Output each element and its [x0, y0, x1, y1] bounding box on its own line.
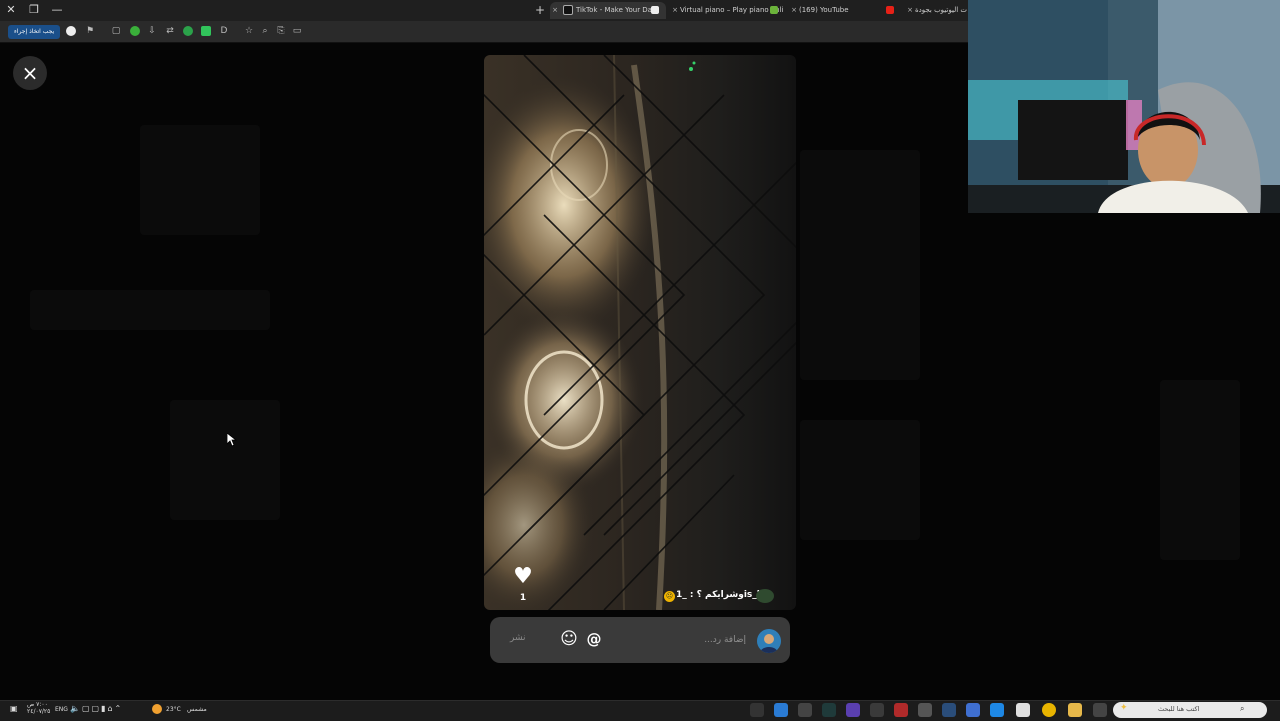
close-window-icon[interactable]: ✕ [3, 2, 19, 18]
taskbar-app-icon[interactable] [822, 703, 836, 717]
clock-time: ٧:٠٠ ص [27, 701, 48, 708]
close-tab-icon[interactable]: × [670, 2, 680, 19]
close-tab-icon[interactable]: × [789, 2, 799, 19]
action-required-button[interactable]: يجب اتخاذ إجراء [8, 25, 61, 39]
chrome-icon[interactable] [1042, 703, 1056, 717]
translate-icon[interactable]: ⇄ [164, 24, 176, 38]
like-count: 1 [519, 593, 527, 603]
d-extension-icon[interactable]: D [218, 24, 230, 38]
background-feed-item [800, 150, 920, 380]
extension-green-icon[interactable] [201, 26, 211, 36]
tab-bar: ✕ ❐ — + × TikTok - Make Your Day × Virtual… [0, 0, 968, 22]
tab-youtube-quality[interactable]: × ت اليوتيوب بجودة [905, 2, 968, 19]
taskbar-app-icon[interactable] [894, 703, 908, 717]
background-feed-item [30, 290, 270, 330]
task-view-icon[interactable] [1093, 703, 1107, 717]
search-icon: ⌕ [1240, 704, 1245, 713]
vpn-icon[interactable] [183, 26, 193, 36]
tiktok-icon [563, 5, 573, 15]
download-icon[interactable]: ⇩ [146, 24, 158, 38]
puzzle-icon[interactable]: ▢ [110, 24, 122, 38]
taskbar-app-icon[interactable] [846, 703, 860, 717]
whatsapp-icon[interactable] [130, 26, 140, 36]
comment-text: وشرايكم ؟ [696, 590, 744, 600]
youtube-icon [886, 6, 894, 14]
webcam-overlay [968, 0, 1280, 213]
system-tray-icons[interactable]: 🔈▢▢▮⌂⌃ [70, 704, 123, 713]
taskbar-app-icon[interactable] [750, 703, 764, 717]
reply-input[interactable] [640, 632, 746, 648]
minimize-window-icon[interactable]: — [49, 2, 65, 18]
tab-youtube[interactable]: × (169) YouTube [789, 2, 901, 19]
share-icon[interactable]: ⎘ [275, 24, 287, 38]
taskbar-app-icon[interactable] [918, 703, 932, 717]
heart-icon[interactable]: ♥ [512, 566, 534, 588]
settings-icon[interactable] [798, 703, 812, 717]
tab-title: ت اليوتيوب بجودة [915, 6, 967, 14]
store-icon[interactable] [1016, 703, 1030, 717]
steam-icon[interactable] [942, 703, 956, 717]
restore-window-icon[interactable]: ❐ [26, 2, 42, 18]
close-story-button[interactable]: × [13, 56, 47, 90]
tab-title: Virtual piano – Play piano onli [680, 6, 784, 14]
tab-title: TikTok - Make Your Day [576, 6, 657, 14]
webcam-image [968, 0, 1280, 213]
taskbar-app-icon[interactable] [966, 703, 980, 717]
send-reply-button[interactable]: نشر [510, 633, 526, 643]
tab-virtual-piano[interactable]: × Virtual piano – Play piano onli [670, 2, 785, 19]
sparkle-icon: ✦ [1120, 703, 1128, 713]
user-avatar[interactable] [757, 629, 781, 653]
language-indicator[interactable]: ENG [55, 706, 68, 713]
notifications-icon[interactable]: ▣ [10, 704, 18, 713]
taskbar-app-icon[interactable] [870, 703, 884, 717]
tab-title: (169) YouTube [799, 6, 849, 14]
night-city-image [484, 55, 796, 610]
avatar-image [757, 629, 781, 653]
close-tab-icon[interactable]: × [550, 2, 560, 19]
clock[interactable]: ٧:٠٠ ص ٢٤/٠٧/٢٥ [27, 701, 50, 715]
extension-icon[interactable]: ⚑ [84, 24, 96, 38]
profile-icon[interactable] [66, 26, 76, 36]
temperature[interactable]: 23°C [166, 706, 181, 713]
close-tab-icon[interactable]: × [905, 2, 915, 19]
bookmark-star-icon[interactable]: ☆ [243, 24, 255, 38]
mention-icon[interactable]: @ [585, 630, 603, 648]
background-feed-item [170, 400, 280, 520]
story-video[interactable] [484, 55, 796, 610]
weather-sun-icon [152, 704, 162, 714]
cast-icon[interactable]: ▭ [291, 24, 303, 38]
weather-text: مشمس [187, 706, 207, 713]
zoom-icon[interactable]: ⌕ [259, 24, 271, 38]
taskbar-app-icon[interactable] [774, 703, 788, 717]
background-feed-item [1160, 380, 1240, 560]
file-explorer-icon[interactable] [1068, 703, 1082, 717]
clock-date: ٢٤/٠٧/٢٥ [27, 708, 51, 715]
edge-icon[interactable] [990, 703, 1004, 717]
audio-icon [651, 6, 659, 14]
search-placeholder: اكتب هنا للبحث [1158, 705, 1200, 713]
commenter-avatar[interactable] [756, 589, 774, 603]
emoji-icon: ☹ [664, 591, 675, 602]
piano-icon [770, 6, 778, 14]
mouse-cursor-icon [227, 433, 237, 447]
background-feed-item [800, 420, 920, 540]
caption-text: وشرايكم ؟ : _1is_k [676, 590, 763, 600]
background-feed-item [140, 125, 260, 235]
emoji-picker-icon[interactable]: ☺ [560, 630, 578, 648]
tab-tiktok[interactable]: × TikTok - Make Your Day [550, 2, 666, 19]
comment-separator: : [689, 590, 694, 600]
new-tab-button[interactable]: + [534, 3, 546, 17]
